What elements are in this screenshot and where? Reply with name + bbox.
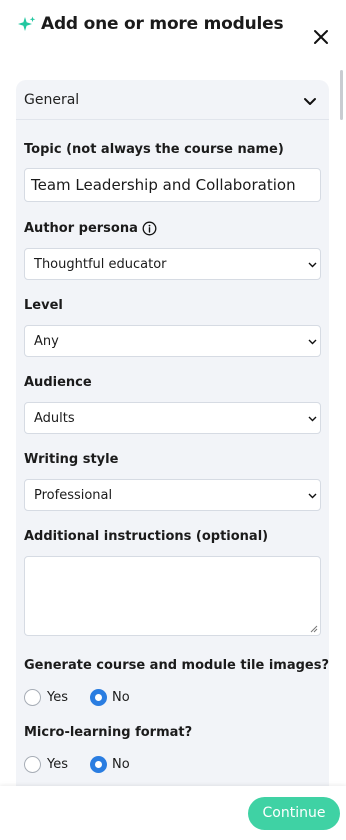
tile-images-yes-radio[interactable] — [24, 689, 41, 706]
author-persona-label: Author persona — [24, 221, 138, 236]
author-persona-select[interactable]: Thoughtful educator — [24, 248, 321, 280]
modal-footer: Continue — [0, 786, 346, 840]
author-persona-value: Thoughtful educator — [34, 257, 167, 272]
chevron-down-icon — [308, 416, 317, 422]
tile-images-no-label: No — [112, 690, 130, 705]
info-icon[interactable] — [142, 221, 157, 236]
topic-input[interactable]: Team Leadership and Collaboration — [24, 168, 321, 202]
level-value: Any — [34, 334, 59, 349]
level-label: Level — [24, 298, 63, 313]
additional-instructions-label: Additional instructions (optional) — [24, 529, 269, 544]
general-section-header[interactable]: General — [16, 80, 329, 120]
tile-images-no-radio[interactable] — [90, 689, 107, 706]
chevron-down-icon — [308, 262, 317, 268]
micro-learning-no-radio[interactable] — [90, 756, 107, 773]
audience-value: Adults — [34, 411, 75, 426]
tile-images-yes-label: Yes — [47, 690, 68, 705]
sparkle-icon — [18, 16, 36, 31]
audience-label: Audience — [24, 375, 92, 390]
modal-title: Add one or more modules — [41, 14, 284, 34]
level-select[interactable]: Any — [24, 325, 321, 357]
general-panel: General Topic (not always the course nam… — [16, 80, 329, 800]
additional-instructions-textarea[interactable] — [24, 556, 321, 636]
writing-style-label: Writing style — [24, 452, 119, 467]
chevron-down-icon — [308, 493, 317, 499]
topic-label: Topic (not always the course name) — [24, 142, 284, 157]
micro-learning-yes-radio[interactable] — [24, 756, 41, 773]
micro-learning-yes-label: Yes — [47, 757, 68, 772]
audience-select[interactable]: Adults — [24, 402, 321, 434]
micro-learning-no-label: No — [112, 757, 130, 772]
writing-style-value: Professional — [34, 488, 113, 503]
close-icon[interactable] — [311, 27, 331, 47]
section-label: General — [24, 92, 80, 108]
continue-button[interactable]: Continue — [248, 797, 340, 830]
topic-input-value: Team Leadership and Collaboration — [31, 176, 296, 194]
resize-handle-icon[interactable] — [310, 625, 318, 633]
micro-learning-label: Micro-learning format? — [24, 725, 193, 740]
tile-images-label: Generate course and module tile images? — [24, 658, 330, 673]
modal-header: Add one or more modules — [0, 0, 346, 66]
writing-style-select[interactable]: Professional — [24, 479, 321, 511]
scrollbar[interactable] — [340, 70, 343, 120]
chevron-down-icon[interactable] — [303, 97, 317, 107]
chevron-down-icon — [308, 339, 317, 345]
